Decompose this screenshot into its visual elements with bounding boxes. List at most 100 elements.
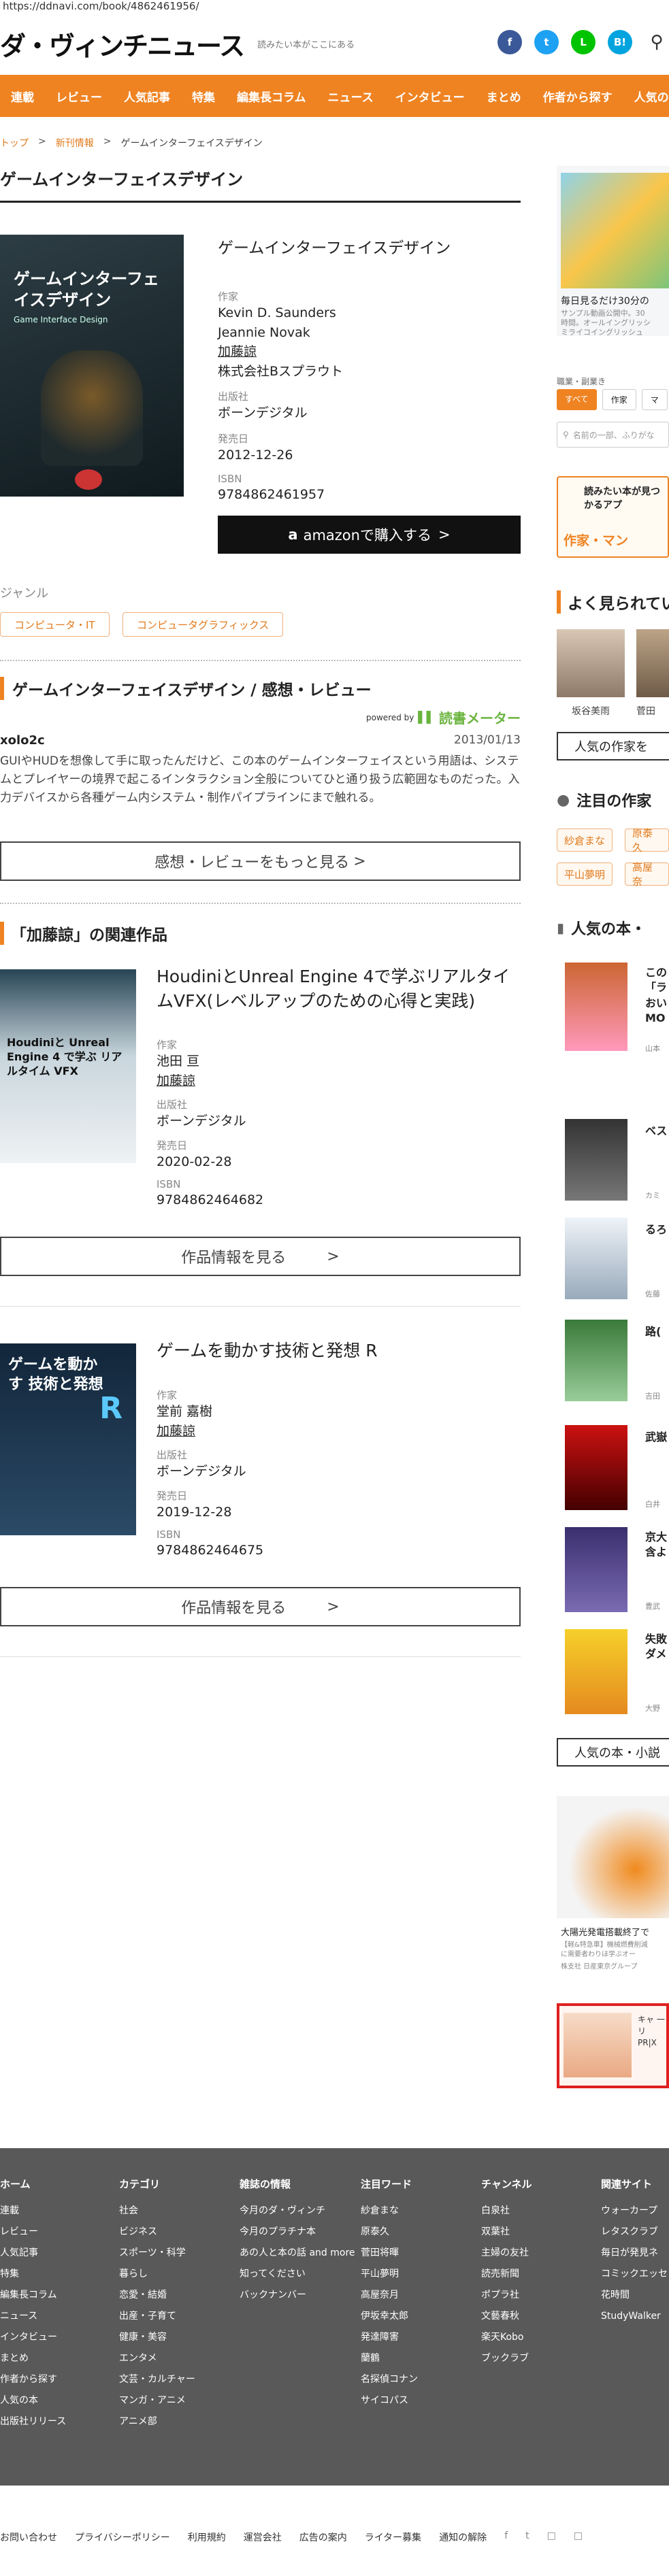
focus-author-chip[interactable]: 紗倉まな	[557, 829, 613, 852]
popular-author-1[interactable]: 坂谷美雨	[557, 629, 625, 718]
footer-link[interactable]: 健康・美容	[119, 2327, 195, 2348]
popular-book-7[interactable]: 失敗 ダメ 大野	[565, 1629, 669, 1714]
footer-link[interactable]: 毎日が発見ネ	[601, 2243, 668, 2264]
footer-link[interactable]: 伊坂幸太郎	[361, 2306, 418, 2327]
site-logo[interactable]: ダ・ヴィンチニュース 読みたい本がここにある	[0, 27, 355, 61]
footer-heading[interactable]: ホーム	[0, 2177, 66, 2191]
browser-url[interactable]: https://ddnavi.com/book/4862461956/	[3, 0, 199, 12]
review-user[interactable]: xolo2c	[0, 733, 45, 748]
twitter-icon[interactable]: t	[525, 2530, 529, 2544]
author-link[interactable]: 加藤諒	[157, 1422, 263, 1441]
search-icon[interactable]: ⚲	[644, 30, 669, 54]
footer-link[interactable]: レビュー	[0, 2222, 66, 2243]
footer-heading[interactable]: カテゴリ	[119, 2177, 195, 2191]
footer-link[interactable]: 連載	[0, 2201, 66, 2222]
footer-heading[interactable]: 雑誌の情報	[240, 2177, 355, 2191]
app-banner[interactable]: 読みたい本が見つかるアプ 作家・マン	[557, 476, 669, 558]
breadcrumb-section[interactable]: 新刊情報	[56, 136, 94, 150]
filter-manga[interactable]: マ	[641, 389, 668, 410]
nav-item-interview[interactable]: インタビュー	[385, 88, 476, 105]
hatena-icon[interactable]: B!	[608, 30, 632, 54]
footer-link[interactable]: 特集	[0, 2264, 66, 2285]
popular-book-2[interactable]: ベス カミ	[565, 1119, 669, 1201]
contact-link[interactable]: お問い合わせ	[0, 2530, 57, 2544]
footer-link[interactable]: まとめ	[0, 2348, 66, 2369]
popular-book-4[interactable]: 路( 吉田	[565, 1320, 669, 1401]
breadcrumb-home[interactable]: トップ	[0, 136, 29, 150]
footer-link[interactable]: ウォーカープ	[601, 2201, 668, 2222]
more-reviews-button[interactable]: 感想・レビューをもっと見る >	[0, 841, 521, 881]
notification-off-link[interactable]: 通知の解除	[439, 2530, 487, 2544]
footer-heading[interactable]: チャンネル	[481, 2177, 532, 2191]
author-link[interactable]: 加藤諒	[157, 1071, 263, 1091]
footer-link[interactable]: スポーツ・科学	[119, 2243, 195, 2264]
line-icon[interactable]: □	[547, 2530, 556, 2544]
work-info-button[interactable]: 作品情報を見る >	[0, 1237, 521, 1276]
sidebar-ad-bottom[interactable]: キャ 一リ PR|X	[557, 2003, 669, 2088]
footer-link[interactable]: ニュース	[0, 2306, 66, 2327]
popular-book-6[interactable]: 京大 含よ 豊武	[565, 1527, 669, 1612]
popular-book-1[interactable]: この「ラ おい MO 山本	[565, 963, 669, 1054]
footer-link[interactable]: インタビュー	[0, 2327, 66, 2348]
footer-link[interactable]: ビジネス	[119, 2222, 195, 2243]
footer-link[interactable]: 紗倉まな	[361, 2201, 418, 2222]
related-cover-1[interactable]: Houdiniと Unreal Engine 4 で学ぶ リアルタイム VFX	[0, 969, 136, 1163]
author-3-link[interactable]: 加藤諒	[218, 342, 343, 362]
footer-link[interactable]: 高屋奈月	[361, 2285, 418, 2306]
footer-link[interactable]: 原泰久	[361, 2222, 418, 2243]
nav-item-popular[interactable]: 人気記事	[113, 88, 181, 105]
footer-link[interactable]: 蘭鶴	[361, 2348, 418, 2369]
nav-item-news[interactable]: ニュース	[317, 88, 385, 105]
footer-link[interactable]: 暮らし	[119, 2264, 195, 2285]
ads-link[interactable]: 広告の案内	[299, 2530, 347, 2544]
facebook-icon[interactable]: f	[504, 2530, 508, 2544]
footer-link[interactable]: エンタメ	[119, 2348, 195, 2369]
author-search-input[interactable]: ⚲ 名前の一部、ふりがな	[557, 422, 669, 448]
footer-link[interactable]: 出産・子育て	[119, 2306, 195, 2327]
sidebar-ad-top[interactable]: 毎日見るだけ30分の サンプル動画公開中。30 時間。オールイングリッシ ミライ…	[557, 166, 669, 337]
popular-book-5[interactable]: 武嶽 白井	[565, 1425, 669, 1510]
footer-link[interactable]: 社会	[119, 2201, 195, 2222]
popular-book-3[interactable]: るろ 佐藤	[565, 1218, 669, 1299]
footer-link[interactable]: 文芸・カルチャー	[119, 2369, 195, 2390]
footer-heading[interactable]: 注目ワード	[361, 2177, 418, 2191]
nav-item-feature[interactable]: 特集	[181, 88, 226, 105]
popular-authors-more-button[interactable]: 人気の作家を	[557, 732, 669, 760]
genre-tag[interactable]: コンピュータ・IT	[0, 612, 110, 637]
footer-link[interactable]: 文藝春秋	[481, 2306, 532, 2327]
footer-link[interactable]: コミックエッセ	[601, 2264, 668, 2285]
footer-link[interactable]: 作者から探す	[0, 2369, 66, 2390]
footer-link[interactable]: 今月のプラチナ本	[240, 2222, 355, 2243]
related-title-2[interactable]: ゲームを動かす技術と発想 R	[157, 1339, 521, 1363]
footer-link[interactable]: あの人と本の話 and more	[240, 2243, 355, 2264]
footer-link[interactable]: StudyWalker	[601, 2306, 668, 2327]
popular-books-more-button[interactable]: 人気の本・小説	[557, 1738, 669, 1767]
nav-item-review[interactable]: レビュー	[45, 88, 113, 105]
nav-item-authors[interactable]: 作者から探す	[532, 88, 623, 105]
footer-link[interactable]: レタスクラブ	[601, 2222, 668, 2243]
nav-item-popular-books[interactable]: 人気の本	[623, 88, 669, 105]
footer-link[interactable]: 主婦の友社	[481, 2243, 532, 2264]
focus-author-chip[interactable]: 高屋奈	[625, 861, 669, 888]
genre-tag[interactable]: コンピュータグラフィックス	[123, 612, 284, 637]
bookmeter-badge[interactable]: powered by ▌▌ 読書メーター	[366, 707, 521, 727]
footer-link[interactable]: 花時間	[601, 2285, 668, 2306]
footer-link[interactable]: 白泉社	[481, 2201, 532, 2222]
writer-recruit-link[interactable]: ライター募集	[365, 2530, 421, 2544]
privacy-link[interactable]: プライバシーポリシー	[75, 2530, 170, 2544]
twitter-icon[interactable]: t	[534, 30, 559, 54]
footer-link[interactable]: ポプラ社	[481, 2285, 532, 2306]
footer-link[interactable]: 人気の本	[0, 2390, 66, 2411]
footer-link[interactable]: 楽天Kobo	[481, 2327, 532, 2348]
footer-link[interactable]: 発達障害	[361, 2327, 418, 2348]
nav-item-serial[interactable]: 連載	[0, 88, 45, 105]
facebook-icon[interactable]: f	[497, 30, 522, 54]
footer-heading[interactable]: 関連サイト	[601, 2177, 668, 2191]
footer-link[interactable]: 平山夢明	[361, 2264, 418, 2285]
footer-link[interactable]: 名探偵コナン	[361, 2369, 418, 2390]
work-info-button[interactable]: 作品情報を見る >	[0, 1587, 521, 1626]
footer-link[interactable]: バックナンバー	[240, 2285, 355, 2306]
footer-link[interactable]: サイコパス	[361, 2390, 418, 2411]
footer-link[interactable]: 知ってください	[240, 2264, 355, 2285]
footer-link[interactable]: 読売新聞	[481, 2264, 532, 2285]
